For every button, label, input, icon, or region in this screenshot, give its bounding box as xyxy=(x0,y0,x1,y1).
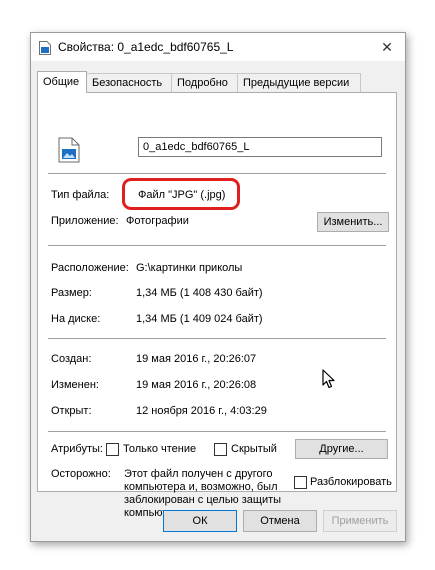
apply-button[interactable]: Применить xyxy=(323,510,397,532)
location-value: G:\картинки приколы xyxy=(136,262,243,274)
title-bar[interactable]: Свойства: 0_a1edc_bdf60765_L ✕ xyxy=(31,33,405,61)
highlight-frame xyxy=(122,178,240,210)
app-label: Приложение: xyxy=(51,215,119,227)
separator xyxy=(48,338,386,339)
hidden-label[interactable]: Скрытый xyxy=(231,443,277,455)
file-type-label: Тип файла: xyxy=(51,189,110,201)
tab-previous-versions[interactable]: Предыдущие версии xyxy=(237,73,361,92)
size-label: Размер: xyxy=(51,287,92,299)
attributes-label: Атрибуты: xyxy=(51,443,103,455)
readonly-checkbox[interactable] xyxy=(106,443,119,456)
other-attributes-button[interactable]: Другие... xyxy=(295,439,388,459)
modified-value: 19 мая 2016 г., 20:26:08 xyxy=(136,379,257,391)
caution-label: Осторожно: xyxy=(51,468,111,480)
separator xyxy=(48,431,386,432)
cancel-button[interactable]: Отмена xyxy=(243,510,317,532)
tab-general[interactable]: Общие xyxy=(37,71,87,93)
separator xyxy=(48,245,386,246)
size-value: 1,34 МБ (1 408 430 байт) xyxy=(136,287,263,299)
window-title: Свойства: 0_a1edc_bdf60765_L xyxy=(58,40,234,54)
hidden-checkbox[interactable] xyxy=(214,443,227,456)
ok-button[interactable]: ОК xyxy=(163,510,237,532)
modified-label: Изменен: xyxy=(51,379,99,391)
mouse-cursor-icon xyxy=(322,369,335,389)
opened-label: Открыт: xyxy=(51,405,92,417)
disk-size-value: 1,34 МБ (1 409 024 байт) xyxy=(136,313,263,325)
general-panel: Тип файла: Файл "JPG" (.jpg) Приложение:… xyxy=(37,92,397,519)
file-icon xyxy=(39,41,51,55)
unblock-checkbox[interactable] xyxy=(294,476,307,489)
file-name-input[interactable] xyxy=(138,137,382,157)
change-app-button[interactable]: Изменить... xyxy=(317,212,389,232)
created-label: Создан: xyxy=(51,353,92,365)
image-file-icon xyxy=(58,137,80,163)
tab-details[interactable]: Подробно xyxy=(171,73,238,92)
readonly-label[interactable]: Только чтение xyxy=(123,443,196,455)
close-button[interactable]: ✕ xyxy=(377,37,397,57)
location-label: Расположение: xyxy=(51,262,129,274)
tab-security[interactable]: Безопасность xyxy=(86,73,172,92)
separator xyxy=(48,173,386,174)
app-value: Фотографии xyxy=(126,215,189,227)
disk-size-label: На диске: xyxy=(51,313,101,325)
properties-dialog: Свойства: 0_a1edc_bdf60765_L ✕ Общие Без… xyxy=(30,32,406,542)
created-value: 19 мая 2016 г., 20:26:07 xyxy=(136,353,257,365)
opened-value: 12 ноября 2016 г., 4:03:29 xyxy=(136,405,267,417)
unblock-label[interactable]: Разблокировать xyxy=(310,476,392,488)
